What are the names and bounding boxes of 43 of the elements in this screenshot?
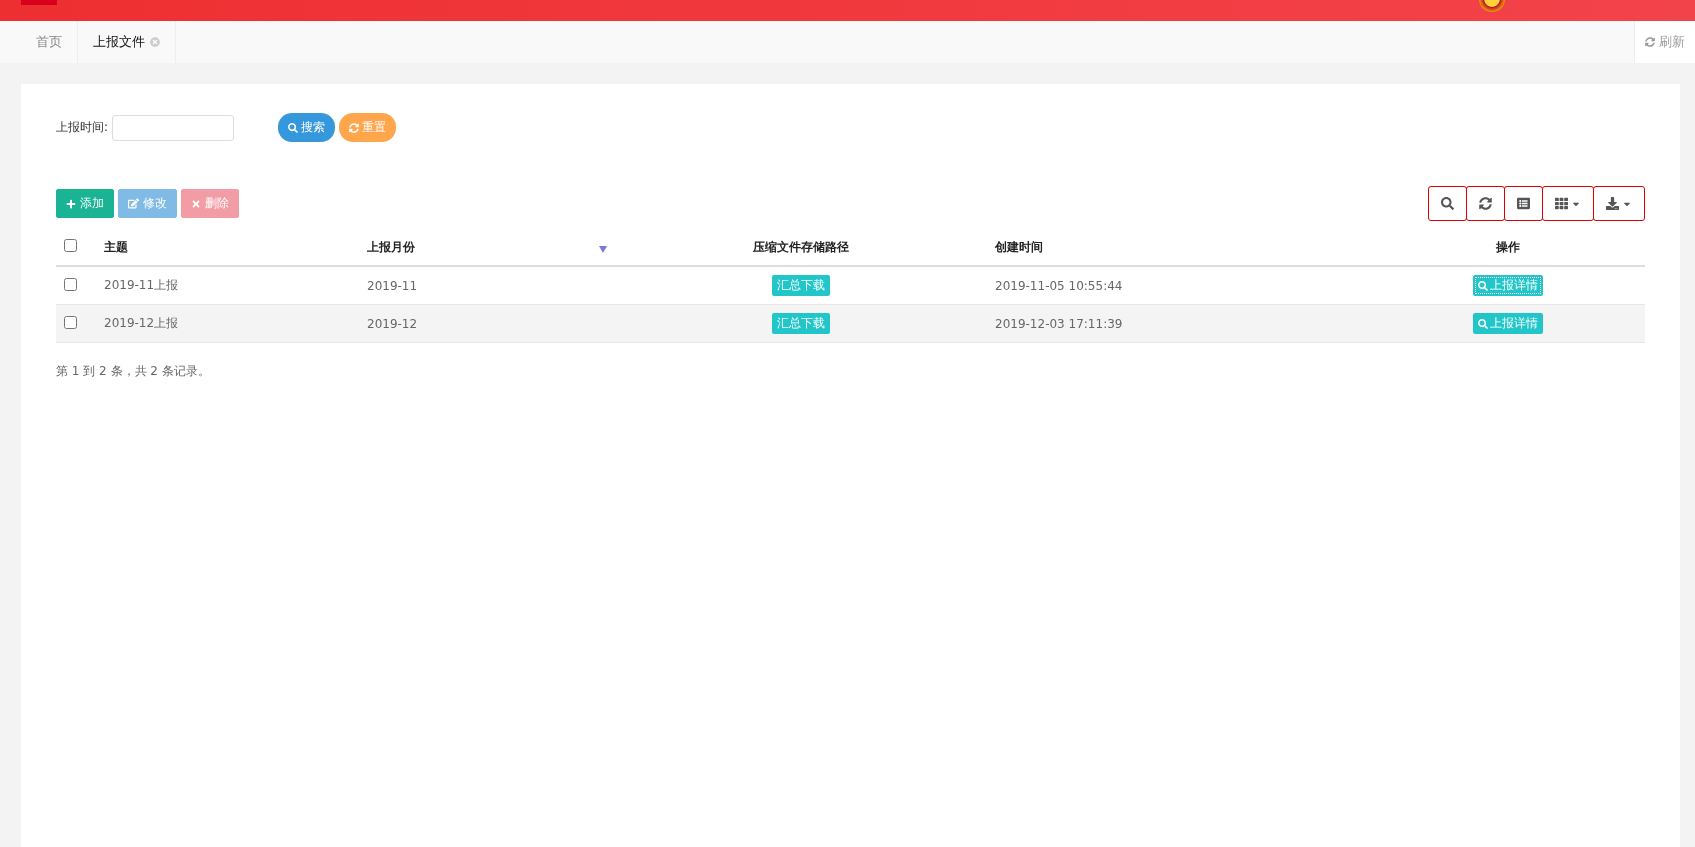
list-icon: [1517, 197, 1530, 210]
sort-arrow-icon[interactable]: [599, 246, 607, 253]
table-cell: 2019-12-03 17:11:39: [987, 304, 1370, 343]
plus-icon: [66, 198, 76, 209]
detail-button[interactable]: 上报详情: [1472, 275, 1543, 296]
refresh-icon: [349, 122, 360, 133]
download-icon: [1606, 197, 1619, 210]
reset-button[interactable]: 重置: [339, 113, 397, 142]
refresh-icon: [1479, 197, 1492, 210]
table-cell: 2019-12: [359, 304, 615, 343]
select-all-checkbox[interactable]: [64, 239, 77, 252]
edit-icon: [128, 198, 139, 209]
table-cell: 2019-11: [359, 266, 615, 305]
tab[interactable]: 上报文件: [78, 21, 176, 63]
refresh-button[interactable]: 刷新: [1634, 21, 1695, 63]
search-icon: [1477, 280, 1488, 291]
table-cell: 2019-12上报: [96, 304, 359, 343]
search-icon: [1477, 318, 1488, 329]
close-icon: [191, 198, 201, 209]
field-label: 上报时间:: [56, 119, 109, 136]
refresh-button[interactable]: [1466, 186, 1505, 221]
add-button[interactable]: 添加: [56, 189, 114, 218]
row-checkbox[interactable]: [64, 315, 77, 329]
search-icon: [288, 122, 299, 133]
search-button[interactable]: [1428, 186, 1467, 221]
pagination-info: 第 1 到 2 条，共 2 条记录。: [56, 363, 211, 380]
search-icon: [1441, 197, 1454, 210]
table-cell: 2019-11-05 10:55:44: [987, 266, 1370, 305]
logo-block: [21, 0, 57, 5]
download-button[interactable]: 汇总下载: [772, 275, 830, 296]
export-button[interactable]: [1593, 186, 1645, 221]
search-button[interactable]: 搜索: [278, 113, 336, 142]
table-cell: 2019-11上报: [96, 266, 359, 305]
detail-button[interactable]: 上报详情: [1472, 313, 1543, 334]
row-checkbox[interactable]: [64, 277, 77, 291]
toggle-view-button[interactable]: [1504, 186, 1543, 221]
tab[interactable]: 首页: [21, 21, 78, 63]
download-button[interactable]: 汇总下载: [772, 313, 830, 334]
grid-icon: [1555, 197, 1568, 210]
column-header[interactable]: 上报月份: [367, 239, 415, 254]
refresh-icon: [1645, 37, 1655, 47]
columns-button[interactable]: [1542, 186, 1594, 221]
date-field[interactable]: [112, 114, 235, 141]
